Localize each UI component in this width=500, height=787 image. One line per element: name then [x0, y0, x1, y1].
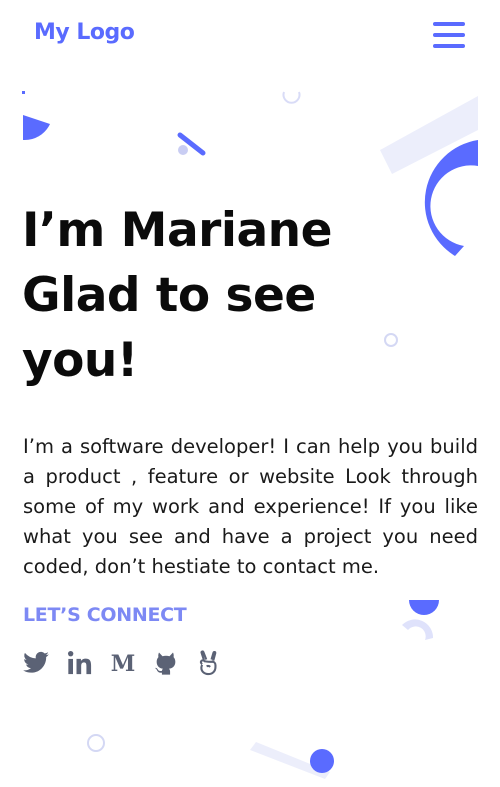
decor-half-disc [409, 600, 439, 615]
decor-light-arc [402, 619, 434, 640]
intro-paragraph: I’m a software developer! I can help you… [23, 435, 478, 578]
angellist-icon[interactable] [194, 649, 222, 677]
decor-bottom-ring [87, 734, 105, 752]
headline-line-3: you! [22, 333, 138, 388]
connect-heading: LET’S CONNECT [23, 604, 187, 626]
decor-corner [22, 91, 25, 94]
decor-quarter-circle [23, 115, 50, 141]
decor-bottom-dot [310, 749, 334, 773]
github-icon[interactable] [152, 649, 180, 677]
medium-icon[interactable]: M [109, 649, 137, 677]
decor-ring-top [282, 91, 301, 104]
decor-small-ring [384, 333, 398, 347]
decor-small-dot [178, 145, 188, 155]
headline-line-1: I’m Mariane [22, 203, 333, 258]
svg-text:M: M [111, 651, 136, 677]
linkedin-icon[interactable] [66, 649, 94, 677]
decor-big-arc [424, 140, 478, 256]
twitter-icon[interactable] [22, 649, 50, 677]
headline-line-2: Glad to see [22, 268, 316, 323]
hero-headline: I’m Mariane Glad to see you! [22, 198, 362, 393]
